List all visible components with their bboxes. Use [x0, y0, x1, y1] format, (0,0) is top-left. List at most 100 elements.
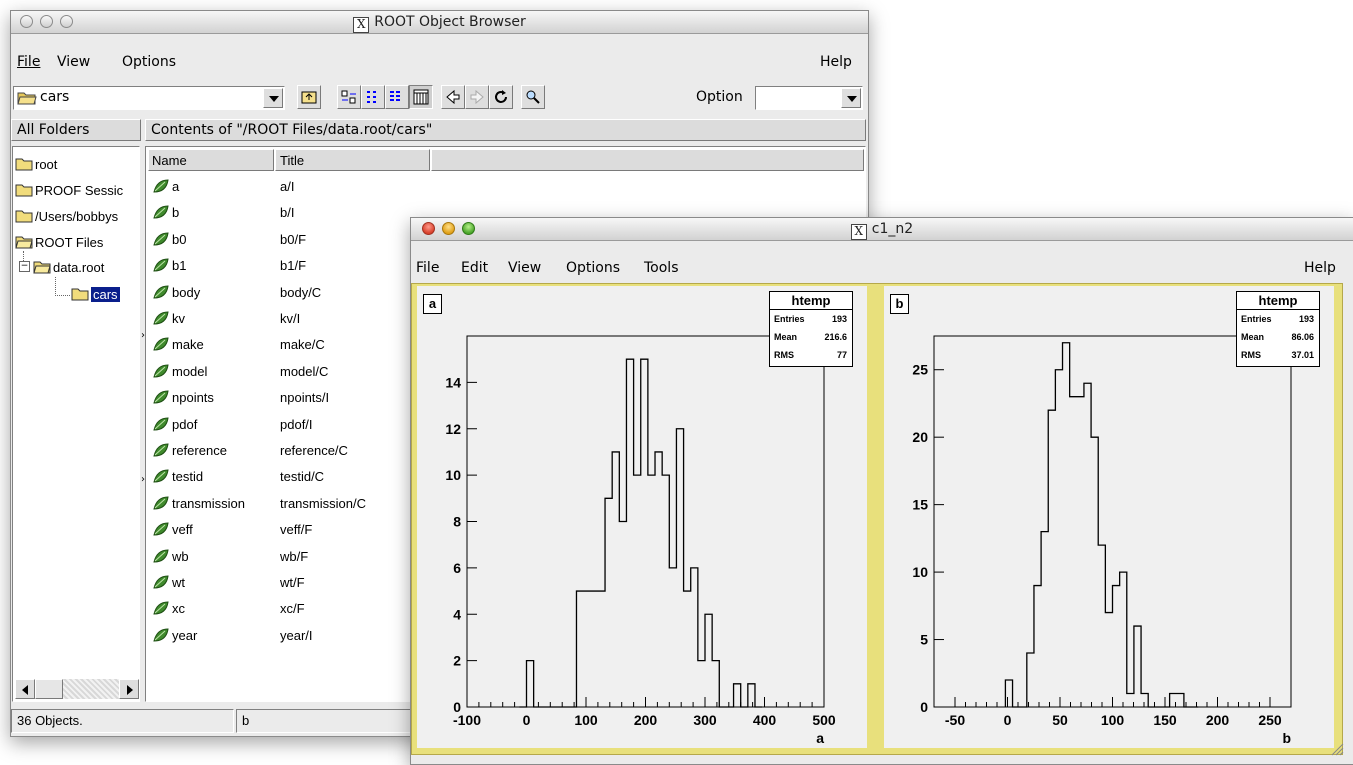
location-dropdown-button[interactable] [263, 88, 283, 108]
menu-options[interactable]: Options [566, 260, 620, 276]
back-button[interactable] [441, 85, 465, 109]
canvas-titlebar[interactable]: Xc1_n2 [411, 218, 1353, 241]
leaf-icon [153, 311, 169, 325]
x-tick-label: 50 [1052, 712, 1068, 728]
details-view-button[interactable] [409, 85, 433, 109]
large-icons-icon [341, 90, 356, 104]
item-title: b/I [280, 205, 295, 221]
item-name: veff [172, 522, 193, 538]
folder-icon [15, 184, 33, 197]
scroll-thumb[interactable] [35, 679, 63, 699]
x-tick-label: 100 [574, 712, 598, 728]
details-view-icon [413, 89, 429, 105]
menu-options[interactable]: Options [122, 54, 176, 70]
large-icons-button[interactable] [337, 85, 361, 109]
resize-grip-icon[interactable] [1330, 742, 1344, 756]
option-dropdown-button[interactable] [841, 88, 861, 108]
collapse-toggle[interactable]: − [19, 261, 30, 272]
menu-tools[interactable]: Tools [644, 260, 679, 276]
leaf-icon [153, 417, 169, 431]
item-name: a [172, 179, 180, 194]
small-icons-icon [367, 91, 376, 103]
y-tick-label: 15 [912, 497, 928, 513]
menu-edit[interactable]: Edit [461, 260, 488, 276]
x-tick-label: 150 [1153, 712, 1177, 728]
menu-file[interactable]: File [416, 260, 439, 276]
option-label: Option [696, 89, 743, 105]
list-item[interactable]: a a/I [150, 176, 840, 198]
item-name: kv [172, 311, 185, 326]
chevron-down-icon [847, 96, 857, 102]
option-combo[interactable] [755, 86, 863, 110]
menu-view[interactable]: View [57, 54, 90, 70]
item-title: b0/F [280, 231, 307, 247]
folder-open-icon [33, 261, 51, 274]
menu-file[interactable]: File [17, 54, 40, 70]
pad-a[interactable]: -100 0 100 200 300 400 500 0 2 4 6 8 10 12 14 a a htemp… [417, 286, 867, 748]
status-selected: b [236, 709, 416, 733]
location-combo[interactable]: cars [13, 86, 285, 110]
item-title: pdof/I [280, 416, 313, 432]
y-tick-label: 25 [912, 362, 928, 378]
item-title: kv/I [280, 311, 301, 326]
browser-titlebar[interactable]: X ROOT Object Browser [11, 11, 868, 34]
scroll-right-button[interactable] [119, 679, 139, 699]
leaf-icon [153, 179, 169, 193]
pad-b[interactable]: -50 0 50 100 150 200 250 0 5 10 15 20 25 b b htemp En… [884, 286, 1334, 748]
pad-label: a [423, 294, 442, 314]
item-name: b0 [172, 231, 187, 247]
tree-item-proof-sessions[interactable]: PROOF Sessic [15, 181, 139, 201]
x-tick-label: 300 [693, 712, 717, 728]
leaf-icon [153, 285, 169, 299]
x-tick-label: 200 [1206, 712, 1230, 728]
folder-icon [15, 158, 33, 171]
tree-hscrollbar[interactable] [15, 679, 139, 699]
x-tick-label: 500 [812, 712, 836, 728]
tree-item-root-files[interactable]: ROOT Files [15, 233, 139, 253]
item-name: b1 [172, 258, 187, 274]
tree-item-root[interactable]: root [15, 155, 139, 175]
find-button[interactable] [521, 85, 545, 109]
stats-entries: 193 [831, 314, 847, 324]
stats-rms: 37.01 [1291, 350, 1314, 360]
parent-folder-button[interactable] [297, 85, 321, 109]
menu-help[interactable]: Help [820, 54, 852, 70]
scroll-left-button[interactable] [15, 679, 35, 699]
refresh-icon [495, 90, 507, 103]
forward-button[interactable] [465, 85, 489, 109]
small-icons-button[interactable] [361, 85, 385, 109]
column-header-title[interactable]: Title [275, 149, 430, 171]
plot-frame [466, 335, 825, 708]
menu-help[interactable]: Help [1304, 260, 1336, 276]
stats-box: htemp Entries 193 Mean 86.06 RMS 37.01 [1236, 291, 1320, 367]
list-view-button[interactable] [385, 85, 409, 109]
y-tick-label: 14 [445, 374, 461, 390]
item-name: make [172, 337, 204, 353]
leaf-icon [153, 364, 169, 378]
tree-item-users[interactable]: /Users/bobbys [15, 207, 139, 227]
menu-view[interactable]: View [508, 260, 541, 276]
stats-title: htemp [770, 292, 852, 310]
column-header-name[interactable]: Name [148, 149, 274, 171]
item-name: testid [172, 469, 204, 485]
refresh-button[interactable] [489, 85, 513, 109]
folder-open-icon [15, 236, 33, 249]
folder-tree[interactable]: root PROOF Sessic /Users/bobbys ROOT Fil… [12, 146, 140, 702]
leaf-icon [153, 390, 169, 404]
item-title: npoints/I [280, 390, 330, 406]
y-tick-label: 4 [453, 606, 461, 622]
window-title: X ROOT Object Browser [11, 14, 868, 33]
stats-title: htemp [1237, 292, 1319, 310]
leaf-icon [153, 601, 169, 615]
leaf-icon [153, 205, 169, 219]
item-title: body/C [280, 284, 322, 300]
tree-item-data-root[interactable]: data.root [33, 258, 141, 278]
status-count: 36 Objects. [11, 709, 234, 733]
item-title: b1/F [280, 258, 307, 274]
stats-mean: 216.6 [824, 332, 847, 342]
item-name: body [172, 284, 201, 300]
tree-item-cars[interactable]: cars [71, 285, 131, 305]
folder-open-icon [17, 92, 37, 105]
y-tick-label: 12 [445, 421, 461, 437]
leaf-icon [153, 522, 169, 536]
